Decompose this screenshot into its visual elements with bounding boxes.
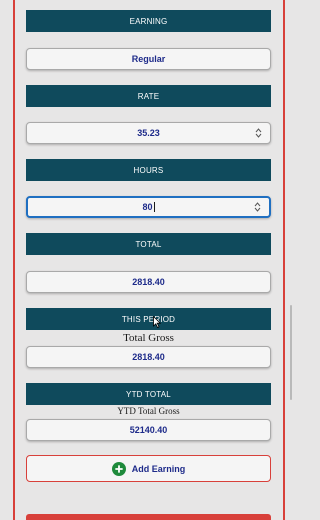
mouse-cursor-icon (153, 316, 161, 328)
chevron-down-icon[interactable] (255, 133, 262, 138)
rate-spinner[interactable] (255, 128, 262, 138)
add-earning-button[interactable]: Add Earning (26, 455, 271, 482)
ytd-total-header: YTD TOTAL (26, 383, 271, 405)
total-gross-value: 2818.40 (132, 352, 165, 362)
ytd-total-gross-value: 52140.40 (129, 425, 168, 435)
ytd-total-gross-label: YTD Total Gross (117, 406, 180, 416)
rate-input[interactable]: 35.23 (26, 122, 271, 144)
plus-circle-icon (111, 461, 126, 476)
total-field[interactable]: 2818.40 (26, 271, 271, 293)
scrollbar[interactable] (290, 305, 292, 400)
total-header: TOTAL (26, 233, 271, 255)
total-value: 2818.40 (132, 277, 165, 287)
hours-input[interactable]: 80 (26, 196, 271, 218)
hours-value: 80 (142, 202, 153, 212)
earning-select[interactable]: Regular (26, 48, 271, 70)
earning-value: Regular (131, 54, 166, 64)
rate-value: 35.23 (137, 128, 160, 138)
chevron-down-icon[interactable] (254, 207, 261, 212)
left-border-line (13, 0, 15, 520)
rate-header: RATE (26, 85, 271, 107)
text-caret (153, 202, 155, 212)
bottom-action-button[interactable] (26, 514, 271, 520)
add-earning-label: Add Earning (131, 463, 186, 474)
hours-header: HOURS (26, 159, 271, 181)
earning-header: EARNING (26, 10, 271, 32)
hours-spinner[interactable] (254, 202, 261, 212)
right-border-line (283, 0, 285, 520)
this-period-header: THIS PERIOD (26, 308, 271, 330)
ytd-total-gross-field[interactable]: 52140.40 (26, 419, 271, 441)
total-gross-label: Total Gross (123, 332, 174, 344)
total-gross-field[interactable]: 2818.40 (26, 346, 271, 368)
